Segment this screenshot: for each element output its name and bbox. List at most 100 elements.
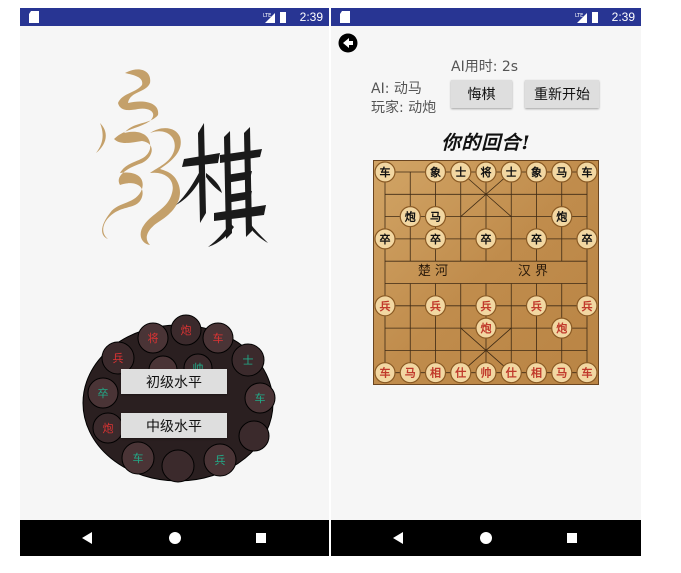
svg-text:将: 将 (148, 332, 159, 345)
piece-label: 卒 (430, 232, 441, 246)
piece-label: 兵 (531, 299, 542, 313)
home-circle-icon[interactable] (165, 528, 185, 548)
piece-label: 马 (556, 367, 567, 380)
black-piece[interactable]: 象 (525, 161, 548, 183)
black-piece[interactable]: 士 (450, 161, 472, 183)
recents-square-icon[interactable] (562, 528, 582, 548)
piece-label: 马 (405, 367, 416, 380)
black-piece[interactable]: 象 (424, 161, 447, 183)
black-piece[interactable]: 炮 (399, 205, 421, 228)
piece-label: 马 (556, 166, 567, 179)
piece-label: 车 (582, 165, 593, 179)
piece-label: 炮 (556, 210, 567, 224)
black-piece[interactable]: 炮 (551, 205, 573, 228)
black-piece[interactable]: 卒 (525, 228, 548, 250)
piece-label: 卒 (380, 232, 391, 246)
piece-label: 仕 (454, 366, 466, 380)
black-piece[interactable]: 卒 (374, 228, 396, 250)
piece-label: 士 (455, 165, 466, 179)
piece-label: 仕 (505, 366, 517, 380)
river-text-left: 楚 河 (418, 264, 448, 279)
ai-time-label: AI用时: 2s (451, 59, 519, 75)
svg-text:炮: 炮 (103, 422, 114, 435)
status-bar: LTE 2:39 (331, 8, 641, 26)
back-triangle-icon[interactable] (78, 528, 98, 548)
signal-battery-icon: LTE (575, 12, 598, 23)
red-piece[interactable]: 帅 (475, 362, 497, 384)
ai-move-label: AI: 动马 (371, 81, 422, 97)
piece-label: 卒 (582, 232, 593, 246)
black-piece[interactable]: 士 (500, 161, 522, 183)
piece-label: 炮 (556, 321, 567, 335)
piece-label: 车 (380, 366, 391, 380)
piece-label: 兵 (380, 299, 391, 313)
navigation-bar (20, 520, 329, 556)
chess-board[interactable]: 车马象士将士象马车炮 炮卒卒卒卒卒兵兵兵兵兵炮 炮车马相仕帅仕相马车 楚 河 汉 界 (373, 160, 599, 385)
svg-text:兵: 兵 (215, 454, 226, 467)
svg-text:车: 车 (213, 331, 224, 345)
svg-text:车: 车 (133, 451, 144, 465)
svg-text:炮: 炮 (181, 324, 192, 337)
game-screen: LTE 2:39 AI用时: 2s AI: 动马 玩家: 动炮 悔棋 重新开始 … (331, 8, 641, 556)
piece-label: 卒 (531, 232, 542, 246)
black-piece[interactable]: 马 (551, 161, 573, 183)
turn-indicator: 你的回合! (441, 132, 531, 154)
restart-button[interactable]: 重新开始 (525, 80, 599, 108)
river-text-right: 汉 界 (518, 264, 548, 279)
xiangqi-logo (96, 69, 268, 247)
recents-square-icon[interactable] (251, 528, 271, 548)
navigation-bar (331, 520, 641, 556)
red-piece[interactable]: 车 (576, 362, 598, 384)
undo-button[interactable]: 悔棋 (451, 80, 512, 108)
black-piece[interactable]: 将 (475, 161, 497, 183)
piece-label: 卒 (481, 232, 492, 246)
svg-text:卒: 卒 (98, 386, 109, 400)
red-piece[interactable]: 兵 (424, 295, 447, 317)
red-piece[interactable]: 兵 (525, 295, 548, 317)
player-move-label: 玩家: 动炮 (371, 100, 437, 116)
piece-label: 车 (380, 165, 391, 179)
status-bar: LTE 2:39 (20, 8, 329, 26)
red-piece[interactable]: 仕 (450, 362, 472, 384)
piece-label: 马 (430, 211, 441, 224)
clock: 2:39 (299, 10, 323, 24)
piece-label: 炮 (481, 321, 492, 335)
piece-label: 象 (531, 165, 542, 179)
black-piece[interactable]: 车 (374, 161, 396, 183)
piece-label: 炮 (405, 210, 416, 224)
signal-battery-icon: LTE (263, 12, 286, 23)
red-piece[interactable]: 炮 (475, 317, 497, 339)
sd-card-icon (340, 11, 350, 23)
red-piece[interactable]: 兵 (374, 295, 396, 317)
piece-label: 兵 (582, 299, 593, 313)
black-piece[interactable]: 车 (576, 161, 598, 183)
clock: 2:39 (611, 10, 635, 24)
piece-label: 兵 (430, 299, 441, 313)
red-piece[interactable]: 马 (551, 362, 573, 384)
back-triangle-icon[interactable] (389, 528, 409, 548)
chess-pieces-image: 兵 将 炮 车 士 卒 车 炮 车 兵 帅 (82, 314, 276, 483)
red-piece[interactable]: 兵 (475, 295, 497, 317)
back-arrow-icon[interactable] (338, 33, 358, 53)
home-circle-icon[interactable] (476, 528, 496, 548)
beginner-level-button[interactable]: 初级水平 (121, 369, 227, 394)
sd-card-icon (29, 11, 39, 23)
piece-label: 象 (430, 165, 441, 179)
piece-label: 相 (430, 366, 441, 380)
red-piece[interactable]: 相 (424, 362, 447, 384)
red-piece[interactable]: 仕 (500, 362, 522, 384)
red-piece[interactable]: 车 (374, 362, 396, 384)
red-piece[interactable]: 炮 (551, 317, 573, 339)
svg-text:士: 士 (243, 354, 254, 367)
piece-label: 兵 (481, 299, 492, 313)
black-piece[interactable]: 卒 (424, 228, 447, 250)
piece-label: 将 (481, 165, 492, 179)
intermediate-level-button[interactable]: 中级水平 (121, 413, 227, 438)
black-piece[interactable]: 马 (424, 205, 447, 228)
black-piece[interactable]: 卒 (576, 228, 598, 250)
black-piece[interactable]: 卒 (475, 228, 497, 250)
red-piece[interactable]: 兵 (576, 295, 598, 317)
red-piece[interactable]: 马 (399, 362, 421, 384)
red-piece[interactable]: 相 (525, 362, 548, 384)
piece-label: 相 (531, 366, 542, 380)
